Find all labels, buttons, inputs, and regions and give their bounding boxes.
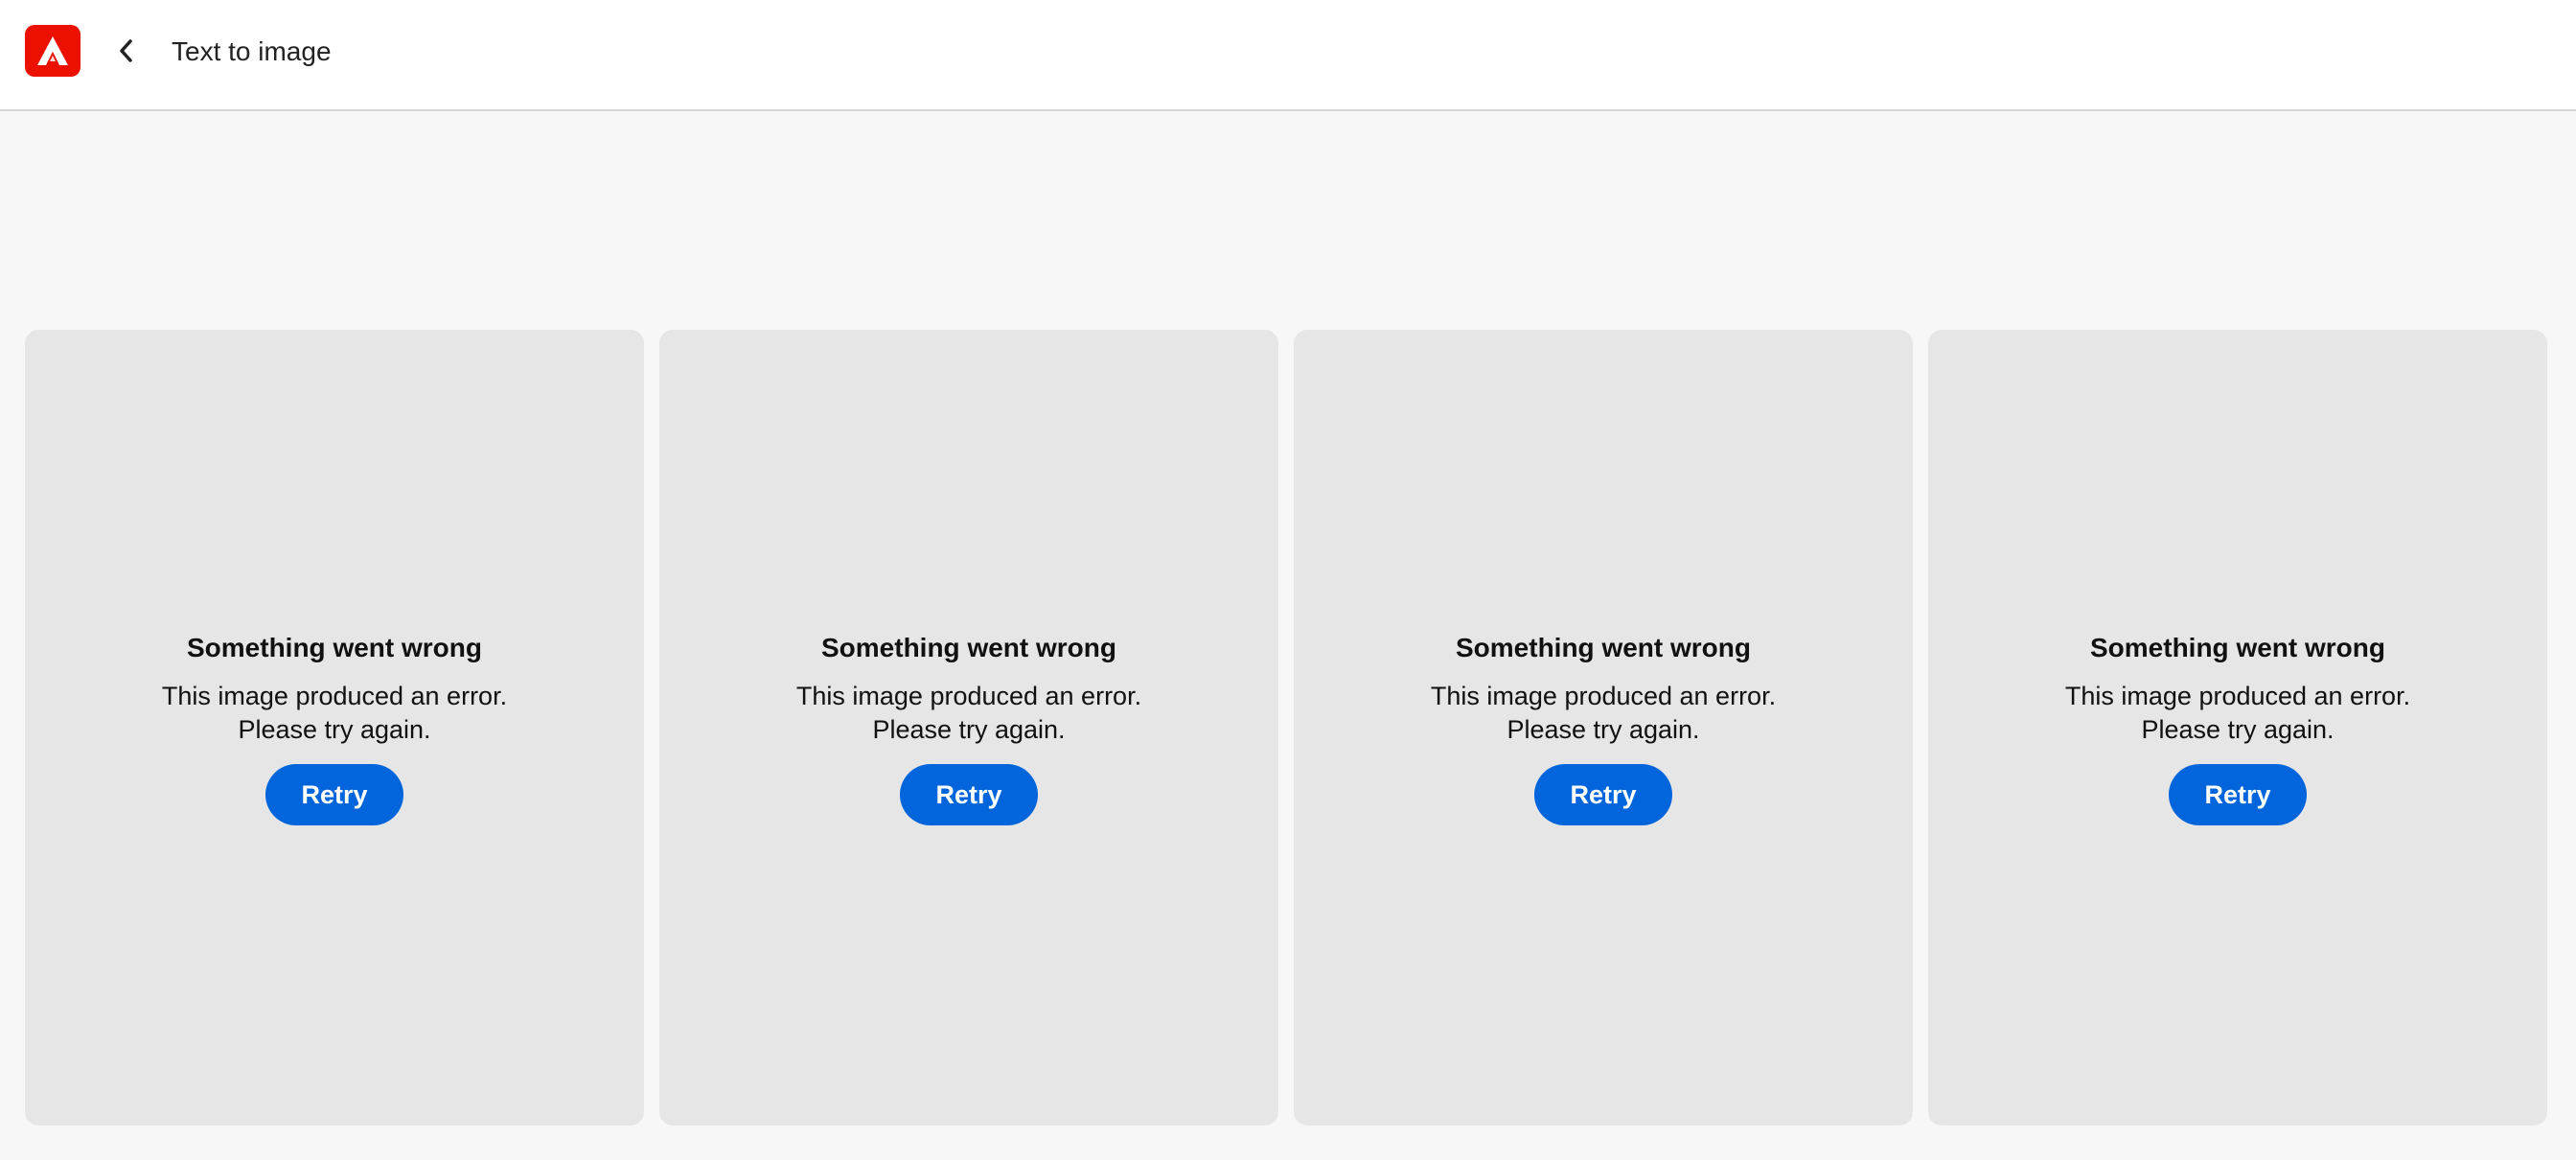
retry-button[interactable]: Retry — [1534, 764, 1672, 825]
chevron-left-icon — [120, 39, 132, 62]
error-heading: Something went wrong — [821, 633, 1116, 662]
retry-button[interactable]: Retry — [265, 764, 403, 825]
error-heading: Something went wrong — [2090, 633, 2385, 662]
back-button[interactable] — [109, 33, 142, 69]
retry-button[interactable]: Retry — [2169, 764, 2307, 825]
error-heading: Something went wrong — [187, 633, 482, 662]
error-message: This image produced an error. Please try… — [2064, 682, 2411, 744]
error-message: This image produced an error. Please try… — [795, 682, 1142, 744]
adobe-express-logo-icon[interactable] — [25, 25, 80, 77]
retry-button[interactable]: Retry — [900, 764, 1038, 825]
error-message: This image produced an error. Please try… — [161, 682, 508, 744]
result-card-3: Something went wrong This image produced… — [1294, 330, 1913, 1125]
app-header: Text to image — [0, 0, 2576, 111]
result-card-1: Something went wrong This image produced… — [25, 330, 644, 1125]
result-card-2: Something went wrong This image produced… — [659, 330, 1278, 1125]
error-heading: Something went wrong — [1456, 633, 1751, 662]
error-message: This image produced an error. Please try… — [1430, 682, 1777, 744]
page-title: Text to image — [172, 36, 332, 66]
result-card-4: Something went wrong This image produced… — [1928, 330, 2547, 1125]
